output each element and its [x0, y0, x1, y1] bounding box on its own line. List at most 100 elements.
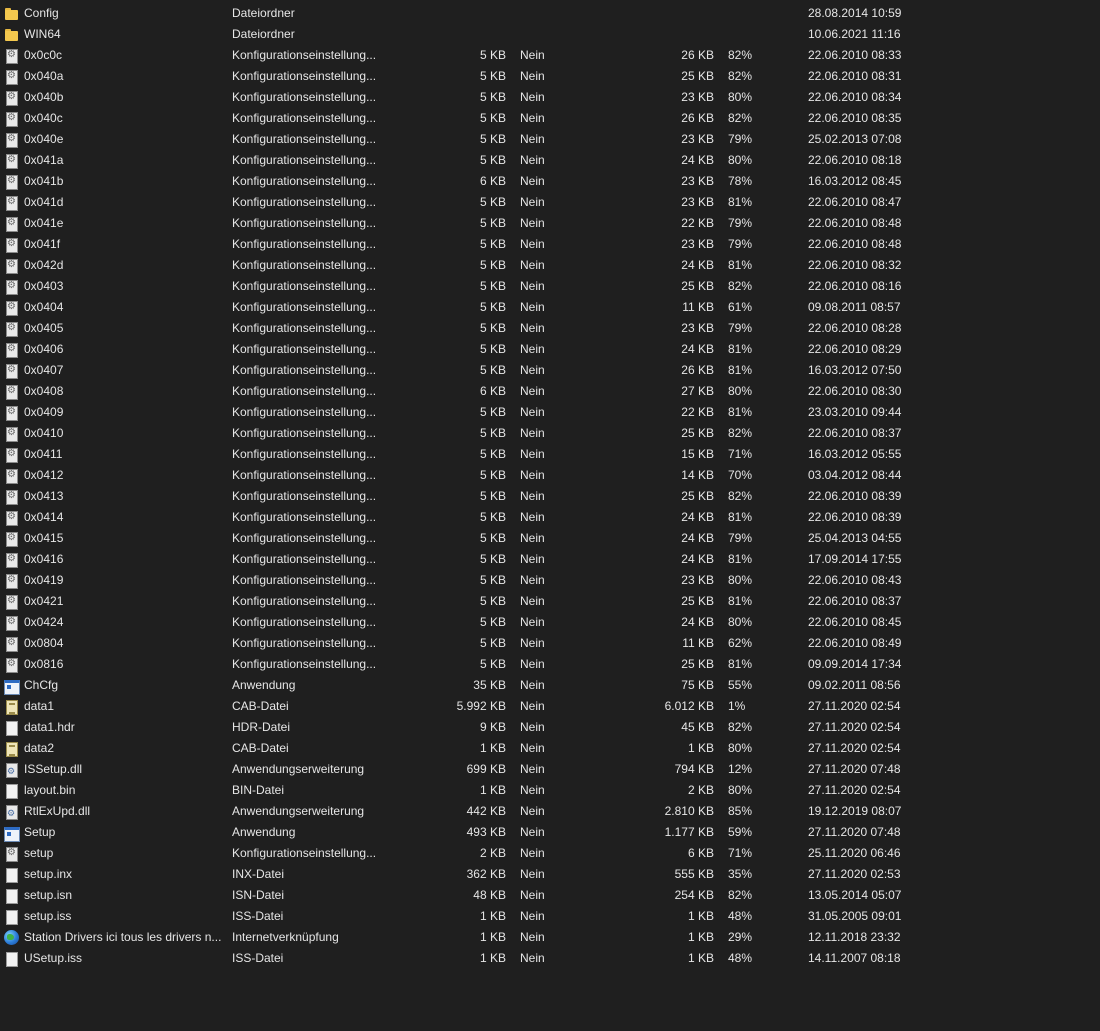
file-row[interactable]: 0x0421 Konfigurationseinstellung... 5 KB… [0, 591, 1100, 612]
file-row[interactable]: Config Dateiordner 28.08.2014 10:59 [0, 3, 1100, 24]
file-compressed-size: 24 KB [681, 342, 714, 356]
file-ratio: 79% [728, 216, 753, 230]
file-row[interactable]: 0x0c0c Konfigurationseinstellung... 5 KB… [0, 45, 1100, 66]
file-row[interactable]: data1 CAB-Datei 5.992 KB Nein 6.012 KB 1… [0, 696, 1100, 717]
file-icon-cell [4, 654, 20, 675]
file-name: 0x040e [24, 132, 64, 146]
file-size: 5 KB [479, 90, 506, 104]
file-name: 0x0409 [24, 405, 64, 419]
file-ratio: 71% [728, 846, 753, 860]
file-compressed-size: 23 KB [681, 237, 714, 251]
file-row[interactable]: Station Drivers ici tous les drivers n..… [0, 927, 1100, 948]
file-compressed-size: 23 KB [681, 573, 714, 587]
file-compressed-size: 1 KB [687, 909, 714, 923]
file-name: 0x040a [24, 69, 64, 83]
file-row[interactable]: 0x041e Konfigurationseinstellung... 5 KB… [0, 213, 1100, 234]
file-icon-cell [4, 66, 20, 87]
file-ratio: 29% [728, 930, 753, 944]
file-name: 0x040b [24, 90, 64, 104]
file-row[interactable]: 0x041d Konfigurationseinstellung... 5 KB… [0, 192, 1100, 213]
file-row[interactable]: setup.iss ISS-Datei 1 KB Nein 1 KB 48% 3… [0, 906, 1100, 927]
file-row[interactable]: 0x042d Konfigurationseinstellung... 5 KB… [0, 255, 1100, 276]
file-protected: Nein [520, 447, 545, 461]
file-icon-cell [4, 591, 20, 612]
file-protected: Nein [520, 699, 545, 713]
config-file-icon [4, 215, 20, 232]
file-name: setup.inx [24, 867, 73, 881]
cab-archive-icon [4, 741, 20, 757]
file-size: 6 KB [479, 174, 506, 188]
file-compressed-size: 24 KB [681, 258, 714, 272]
file-row[interactable]: 0x0414 Konfigurationseinstellung... 5 KB… [0, 507, 1100, 528]
file-size: 5 KB [479, 279, 506, 293]
file-row[interactable]: 0x040e Konfigurationseinstellung... 5 KB… [0, 129, 1100, 150]
file-icon-cell [4, 234, 20, 255]
file-name: data2 [24, 741, 55, 755]
file-name: 0x0416 [24, 552, 64, 566]
file-row[interactable]: ISSetup.dll Anwendungserweiterung 699 KB… [0, 759, 1100, 780]
file-row[interactable]: setup Konfigurationseinstellung... 2 KB … [0, 843, 1100, 864]
file-protected: Nein [520, 594, 545, 608]
file-row[interactable]: Setup Anwendung 493 KB Nein 1.177 KB 59%… [0, 822, 1100, 843]
file-modified: 22.06.2010 08:39 [808, 489, 902, 503]
file-row[interactable]: 0x0416 Konfigurationseinstellung... 5 KB… [0, 549, 1100, 570]
file-row[interactable]: 0x040b Konfigurationseinstellung... 5 KB… [0, 87, 1100, 108]
file-row[interactable]: WIN64 Dateiordner 10.06.2021 11:16 [0, 24, 1100, 45]
file-icon-cell [4, 402, 20, 423]
file-row[interactable]: 0x041a Konfigurationseinstellung... 5 KB… [0, 150, 1100, 171]
file-row[interactable]: 0x0405 Konfigurationseinstellung... 5 KB… [0, 318, 1100, 339]
file-type: Internetverknüpfung [232, 930, 339, 944]
file-protected: Nein [520, 552, 545, 566]
file-icon-cell [4, 948, 20, 969]
file-protected: Nein [520, 741, 545, 755]
file-modified: 10.06.2021 11:16 [808, 27, 901, 41]
file-row[interactable]: 0x0407 Konfigurationseinstellung... 5 KB… [0, 360, 1100, 381]
internet-shortcut-icon [4, 930, 20, 946]
file-ratio: 80% [728, 741, 753, 755]
file-row[interactable]: 0x041f Konfigurationseinstellung... 5 KB… [0, 234, 1100, 255]
file-row[interactable]: 0x040a Konfigurationseinstellung... 5 KB… [0, 66, 1100, 87]
file-compressed-size: 45 KB [681, 720, 714, 734]
file-modified: 14.11.2007 08:18 [808, 951, 901, 965]
file-row[interactable]: 0x0406 Konfigurationseinstellung... 5 KB… [0, 339, 1100, 360]
file-protected: Nein [520, 636, 545, 650]
file-ratio: 81% [728, 195, 753, 209]
file-row[interactable]: 0x0403 Konfigurationseinstellung... 5 KB… [0, 276, 1100, 297]
file-name: 0x0410 [24, 426, 64, 440]
file-size: 1 KB [479, 741, 506, 755]
file-row[interactable]: layout.bin BIN-Datei 1 KB Nein 2 KB 80% … [0, 780, 1100, 801]
file-row[interactable]: 0x040c Konfigurationseinstellung... 5 KB… [0, 108, 1100, 129]
file-icon-cell [4, 444, 20, 465]
config-file-icon [4, 845, 20, 862]
file-size: 5 KB [479, 132, 506, 146]
file-ratio [728, 3, 768, 24]
file-row[interactable]: 0x041b Konfigurationseinstellung... 6 KB… [0, 171, 1100, 192]
file-row[interactable]: 0x0804 Konfigurationseinstellung... 5 KB… [0, 633, 1100, 654]
file-row[interactable]: setup.isn ISN-Datei 48 KB Nein 254 KB 82… [0, 885, 1100, 906]
file-ratio: 82% [728, 888, 753, 902]
file-row[interactable]: 0x0411 Konfigurationseinstellung... 5 KB… [0, 444, 1100, 465]
file-row[interactable]: 0x0415 Konfigurationseinstellung... 5 KB… [0, 528, 1100, 549]
file-row[interactable]: setup.inx INX-Datei 362 KB Nein 555 KB 3… [0, 864, 1100, 885]
file-compressed-size: 14 KB [681, 468, 714, 482]
file-row[interactable]: 0x0424 Konfigurationseinstellung... 5 KB… [0, 612, 1100, 633]
file-row[interactable]: 0x0419 Konfigurationseinstellung... 5 KB… [0, 570, 1100, 591]
file-row[interactable]: 0x0413 Konfigurationseinstellung... 5 KB… [0, 486, 1100, 507]
file-type: Konfigurationseinstellung... [232, 300, 377, 314]
file-row[interactable]: 0x0408 Konfigurationseinstellung... 6 KB… [0, 381, 1100, 402]
file-name: WIN64 [24, 27, 61, 41]
file-row[interactable]: data1.hdr HDR-Datei 9 KB Nein 45 KB 82% … [0, 717, 1100, 738]
file-row[interactable]: ChCfg Anwendung 35 KB Nein 75 KB 55% 09.… [0, 675, 1100, 696]
file-row[interactable]: 0x0404 Konfigurationseinstellung... 5 KB… [0, 297, 1100, 318]
file-icon-cell [4, 381, 20, 402]
file-modified: 13.05.2014 05:07 [808, 888, 902, 902]
file-icon-cell [4, 486, 20, 507]
file-row[interactable]: 0x0409 Konfigurationseinstellung... 5 KB… [0, 402, 1100, 423]
file-row[interactable]: USetup.iss ISS-Datei 1 KB Nein 1 KB 48% … [0, 948, 1100, 969]
file-row[interactable]: 0x0410 Konfigurationseinstellung... 5 KB… [0, 423, 1100, 444]
file-row[interactable]: data2 CAB-Datei 1 KB Nein 1 KB 80% 27.11… [0, 738, 1100, 759]
file-row[interactable]: RtlExUpd.dll Anwendungserweiterung 442 K… [0, 801, 1100, 822]
file-row[interactable]: 0x0412 Konfigurationseinstellung... 5 KB… [0, 465, 1100, 486]
file-row[interactable]: 0x0816 Konfigurationseinstellung... 5 KB… [0, 654, 1100, 675]
file-name: USetup.iss [24, 951, 83, 965]
